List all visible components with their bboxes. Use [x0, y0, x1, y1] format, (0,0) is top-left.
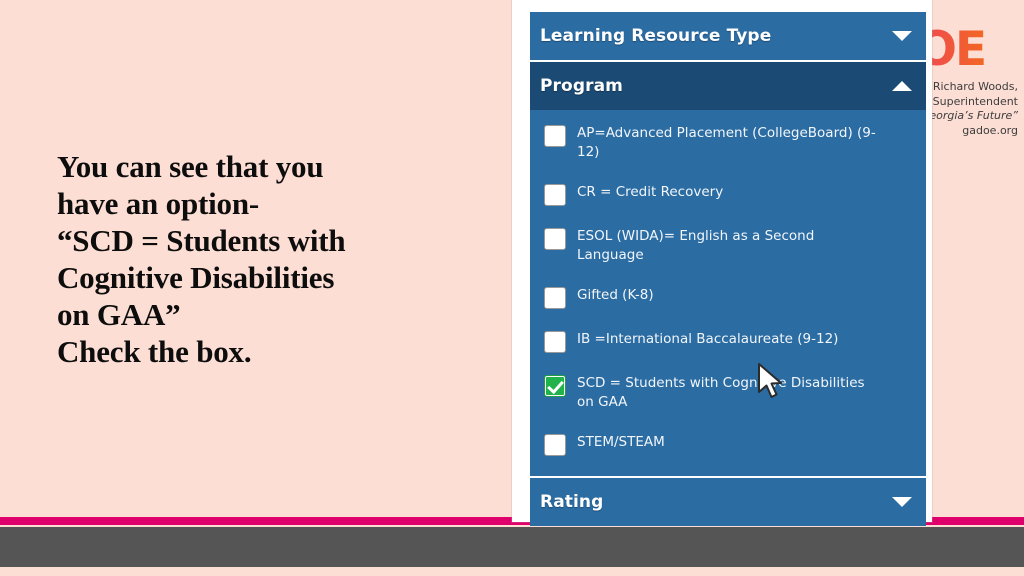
footer-bar — [0, 527, 1024, 567]
narration-line: Check the box. — [57, 334, 252, 369]
facet-option-row[interactable]: CR = Credit Recovery — [530, 183, 926, 206]
facet-option-label: STEM/STEAM — [577, 434, 665, 450]
narration-line: Cognitive Disabilities — [57, 260, 335, 295]
checkbox-unchecked-icon[interactable] — [544, 125, 566, 147]
facet-option-label: AP=Advanced Placement (CollegeBoard) (9-… — [577, 125, 876, 160]
narration-line: “SCD = Students with — [57, 223, 346, 258]
facet-option-label: Gifted (K-8) — [577, 287, 654, 303]
facet-option-label: SCD = Students with Cognitive Disabiliti… — [577, 375, 865, 410]
chevron-down-icon[interactable] — [892, 31, 912, 41]
checkbox-unchecked-icon[interactable] — [544, 287, 566, 309]
facet-option-label: IB =International Baccalaureate (9-12) — [577, 331, 839, 347]
facet-options-program: AP=Advanced Placement (CollegeBoard) (9-… — [530, 110, 926, 476]
facet-option-label: ESOL (WIDA)= English as a Second Languag… — [577, 228, 815, 263]
facet-header-rating[interactable]: Rating — [530, 478, 926, 526]
facet-option-row[interactable]: STEM/STEAM — [530, 433, 926, 456]
narration-text: You can see that you have an option- “SC… — [57, 148, 487, 370]
screenshot-card: Learning Resource Type Program AP=Advanc… — [512, 0, 932, 526]
facet-filter-panel: Learning Resource Type Program AP=Advanc… — [530, 12, 926, 526]
facet-option-row[interactable]: AP=Advanced Placement (CollegeBoard) (9-… — [530, 124, 926, 162]
narration-line: on GAA” — [57, 297, 181, 332]
narration-line: You can see that you — [57, 149, 324, 184]
checkbox-unchecked-icon[interactable] — [544, 434, 566, 456]
facet-option-row-scd[interactable]: SCD = Students with Cognitive Disabiliti… — [530, 374, 926, 412]
facet-option-row[interactable]: Gifted (K-8) — [530, 286, 926, 309]
checkbox-unchecked-icon[interactable] — [544, 228, 566, 250]
facet-header-program[interactable]: Program — [530, 62, 926, 110]
facet-title: Learning Resource Type — [540, 26, 772, 46]
checkbox-unchecked-icon[interactable] — [544, 331, 566, 353]
facet-title: Program — [540, 76, 623, 96]
facet-title: Rating — [540, 492, 604, 512]
facet-option-label: CR = Credit Recovery — [577, 184, 724, 200]
chevron-up-icon[interactable] — [892, 81, 912, 91]
facet-option-row[interactable]: IB =International Baccalaureate (9-12) — [530, 330, 926, 353]
narration-line: have an option- — [57, 186, 259, 221]
facet-header-learning-resource-type[interactable]: Learning Resource Type — [530, 12, 926, 60]
checkbox-checked-icon[interactable] — [544, 375, 566, 397]
checkbox-unchecked-icon[interactable] — [544, 184, 566, 206]
facet-option-row[interactable]: ESOL (WIDA)= English as a Second Languag… — [530, 227, 926, 265]
chevron-down-icon[interactable] — [892, 497, 912, 507]
